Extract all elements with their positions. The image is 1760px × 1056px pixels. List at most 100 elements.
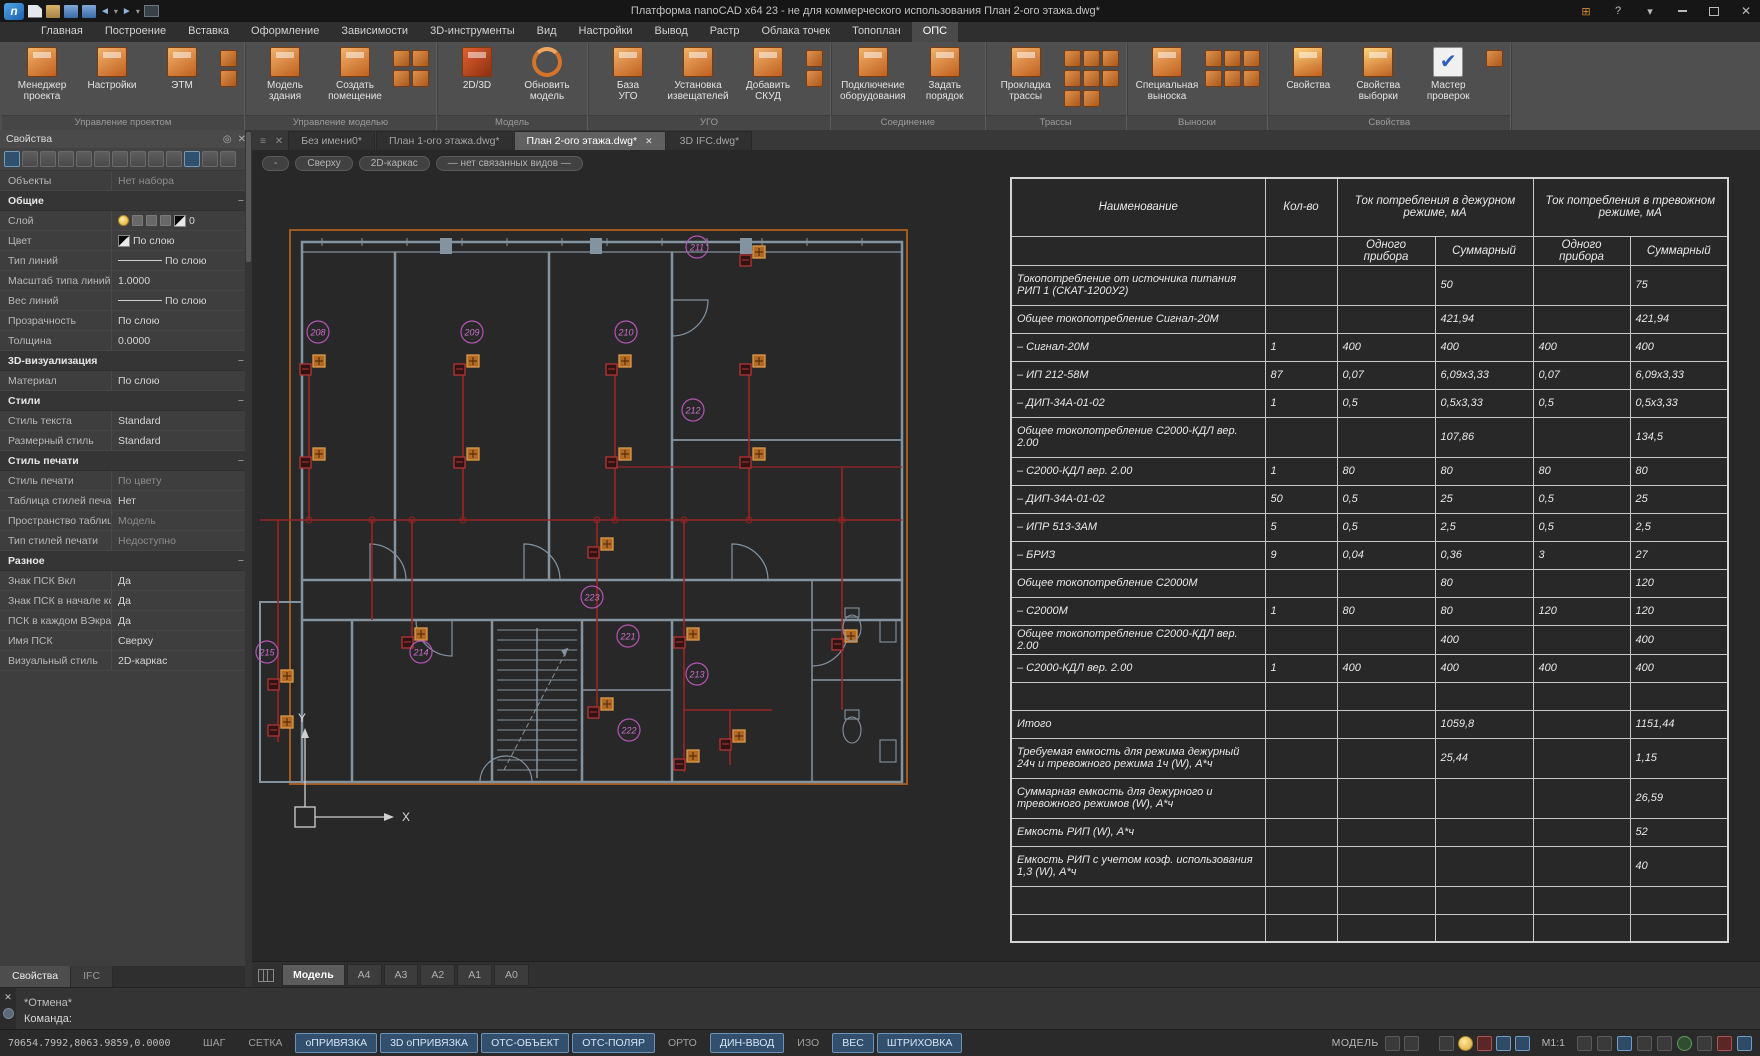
property-group[interactable]: Разное− [0, 551, 252, 571]
close-button[interactable]: ✕ [1732, 0, 1760, 22]
doc-tab[interactable]: План 2-ого этажа.dwg*✕ [514, 131, 666, 150]
property-value[interactable]: 0.0000 [112, 335, 252, 347]
property-value[interactable]: 0 [112, 215, 252, 227]
sheet-icon[interactable] [1404, 1036, 1419, 1051]
layout-tab-A4[interactable]: A4 [347, 964, 382, 986]
tool-icon[interactable] [1243, 70, 1260, 87]
menu-tab-Настройки[interactable]: Настройки [568, 22, 644, 42]
menu-tab-Вставка[interactable]: Вставка [177, 22, 240, 42]
property-value[interactable]: 2D-каркас [112, 655, 252, 667]
grid-menu-icon[interactable]: ⊞ [1572, 0, 1600, 22]
scale-indicator[interactable]: М1:1 [1536, 1037, 1571, 1049]
property-group[interactable]: Стили− [0, 391, 252, 411]
layer-state-icon[interactable] [146, 215, 157, 226]
ucs-world-icon[interactable] [1385, 1036, 1400, 1051]
fullscreen-icon[interactable] [1737, 1036, 1752, 1051]
layout-tab-A1[interactable]: A1 [457, 964, 492, 986]
dyn-ucs-icon[interactable] [1515, 1036, 1530, 1051]
color-swatch[interactable] [118, 235, 130, 247]
ribbon-button[interactable]: Установкаизвещателей [664, 45, 732, 102]
toggle-оПРИВЯЗКА[interactable]: оПРИВЯЗКА [295, 1033, 377, 1053]
tool-icon[interactable] [220, 70, 237, 87]
toggle-ИЗО[interactable]: ИЗО [787, 1033, 829, 1053]
tool-icon[interactable] [1064, 90, 1081, 107]
crossing-select-icon[interactable] [58, 151, 74, 167]
property-value[interactable]: По цвету [112, 475, 252, 487]
property-value[interactable]: По слою [112, 255, 252, 267]
view-control[interactable]: - [262, 156, 289, 171]
undo-menu-icon[interactable]: ▾ [114, 5, 118, 18]
tool-icon[interactable] [412, 70, 429, 87]
undo-icon[interactable]: ◄ [100, 5, 110, 18]
property-value[interactable]: Да [112, 575, 252, 587]
command-prompt[interactable]: Команда: [24, 1011, 1752, 1027]
cancel-icon[interactable]: ✕ [4, 992, 12, 1003]
toggle-СЕТКА[interactable]: СЕТКА [238, 1033, 292, 1053]
ribbon-button[interactable]: Свойства [1274, 45, 1342, 91]
property-value[interactable]: По слою [112, 295, 252, 307]
viewports-icon[interactable] [1697, 1036, 1712, 1051]
property-group[interactable]: Общие− [0, 191, 252, 211]
toggle-ОТС-ПОЛЯР[interactable]: ОТС-ПОЛЯР [572, 1033, 655, 1053]
property-value[interactable]: Нет набора [112, 175, 252, 187]
options-icon[interactable] [3, 1008, 14, 1019]
ribbon-button[interactable]: ЭТМ [148, 45, 216, 91]
view-control[interactable]: Сверху [295, 156, 352, 171]
highlight-icon[interactable] [184, 151, 200, 167]
ribbon-button[interactable]: Задатьпорядок [911, 45, 979, 102]
tool-icon[interactable] [1486, 50, 1503, 67]
orbit-icon[interactable] [1657, 1036, 1672, 1051]
tool-icon[interactable] [412, 50, 429, 67]
menu-tab-Построение[interactable]: Построение [94, 22, 177, 42]
property-value[interactable]: 1.0000 [112, 275, 252, 287]
touch-select-icon[interactable] [130, 151, 146, 167]
layout-grid-icon[interactable] [258, 969, 274, 982]
ribbon-button[interactable]: БазаУГО [594, 45, 662, 102]
property-value[interactable]: Standard [112, 415, 252, 427]
pin-icon[interactable]: ◎ [223, 134, 232, 145]
tool-icon[interactable] [1224, 70, 1241, 87]
info-icon[interactable] [220, 151, 236, 167]
tool-icon[interactable] [1102, 70, 1119, 87]
model-space-label[interactable]: МОДЕЛЬ [1332, 1037, 1379, 1049]
property-value[interactable]: Да [112, 595, 252, 607]
tab-menu-icon[interactable]: ≡ [256, 136, 270, 150]
tool-icon[interactable] [1083, 50, 1100, 67]
menu-tab-ОПС[interactable]: ОПС [912, 22, 958, 42]
layer-state-icon[interactable] [132, 215, 143, 226]
ribbon-button[interactable]: Обновитьмодель [513, 45, 581, 102]
doc-tab[interactable]: План 1-ого этажа.dwg* [376, 131, 513, 150]
menu-tab-Главная[interactable]: Главная [30, 22, 94, 42]
tool-icon[interactable] [1243, 50, 1260, 67]
collapse-icon[interactable]: − [238, 195, 244, 207]
toggle-ШАГ[interactable]: ШАГ [193, 1033, 235, 1053]
ribbon-button[interactable]: Подключениеоборудования [837, 45, 909, 102]
property-value[interactable]: По слою [112, 235, 252, 247]
maximize-button[interactable] [1700, 0, 1728, 22]
window-select-icon[interactable] [40, 151, 56, 167]
redo-menu-icon[interactable]: ▾ [136, 5, 140, 18]
toggle-ВЕС[interactable]: ВЕС [832, 1033, 874, 1053]
property-value[interactable]: Сверху [112, 635, 252, 647]
tool-icon[interactable] [1224, 50, 1241, 67]
tab-properties[interactable]: Свойства [0, 966, 71, 988]
menu-tab-Облака точек[interactable]: Облака точек [751, 22, 842, 42]
consumption-table[interactable]: Наименование Кол-во Ток потребления в де… [1010, 177, 1729, 943]
tool-icon[interactable] [806, 50, 823, 67]
ribbon-button[interactable]: Специальнаявыноска [1133, 45, 1202, 102]
layer-on-icon[interactable] [118, 215, 129, 226]
layout-tab-A0[interactable]: A0 [494, 964, 529, 986]
layout-tab-Модель[interactable]: Модель [282, 964, 345, 986]
dropdown-icon[interactable]: ▾ [1636, 0, 1664, 22]
command-history[interactable]: *Отмена*Команда: [16, 988, 1760, 1030]
tool-icon[interactable] [1205, 50, 1222, 67]
menu-tab-3D-инструменты[interactable]: 3D-инструменты [419, 22, 526, 42]
annotation-scale-icon[interactable] [1477, 1036, 1492, 1051]
tool-icon[interactable] [1102, 50, 1119, 67]
help-icon[interactable]: ? [1604, 0, 1632, 22]
doc-tab[interactable]: Без имени0* [288, 131, 375, 150]
property-value[interactable]: Standard [112, 435, 252, 447]
isolate-icon[interactable] [202, 151, 218, 167]
menu-tab-Вывод[interactable]: Вывод [643, 22, 698, 42]
select-all-icon[interactable] [148, 151, 164, 167]
